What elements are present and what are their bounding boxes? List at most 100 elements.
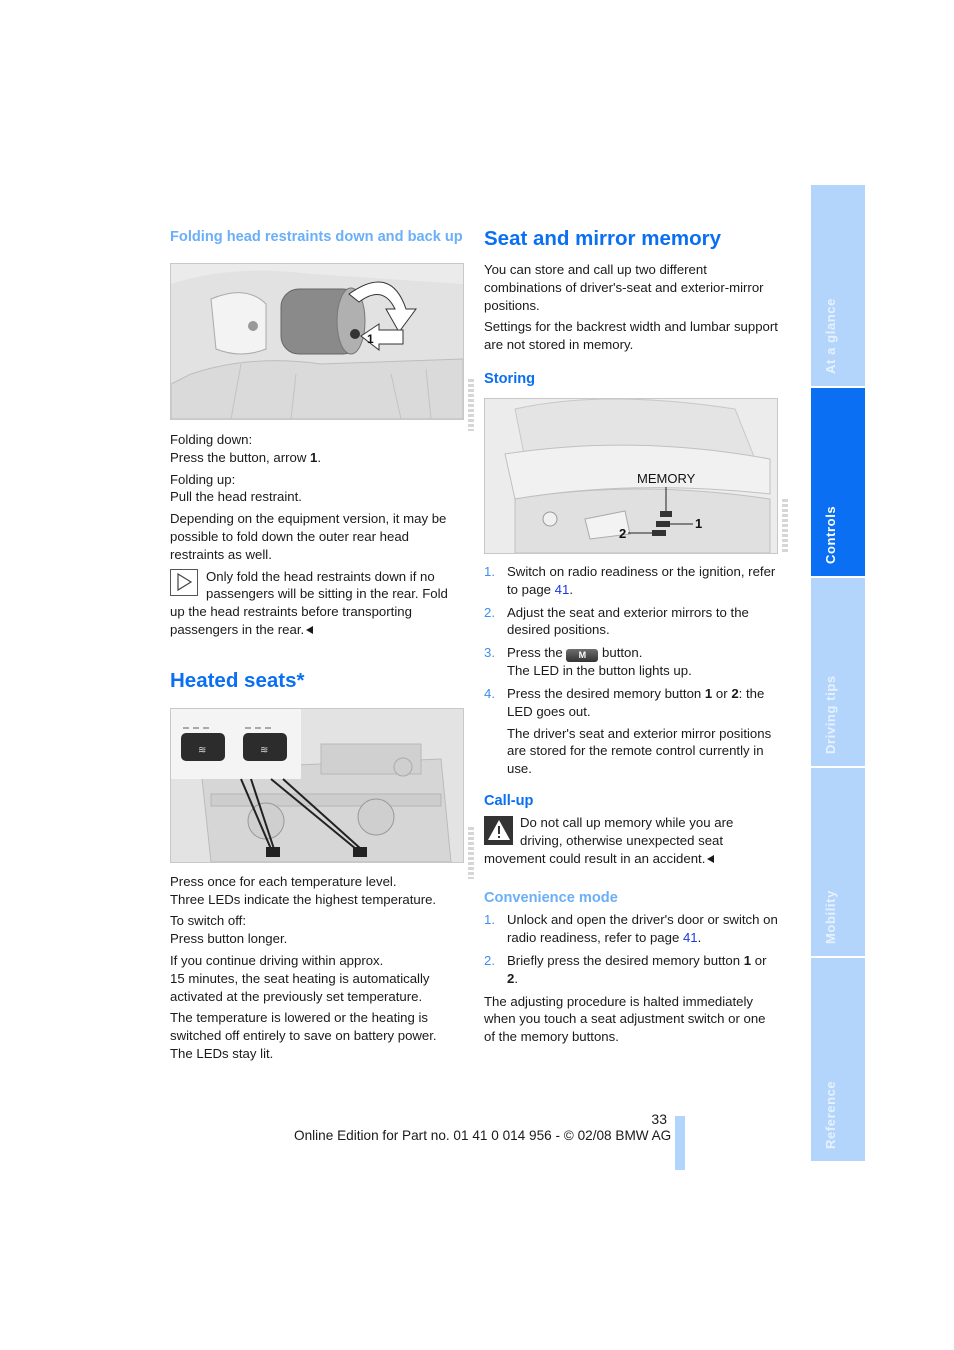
figure-code [782, 499, 788, 554]
tab-at-a-glance[interactable]: At a glance [811, 185, 865, 386]
memory-m-button-icon: M [566, 649, 599, 663]
end-mark-icon [306, 625, 314, 634]
page-link-41[interactable]: 41 [555, 582, 570, 597]
page-number: 33 [651, 1111, 667, 1127]
svg-text:≋: ≋ [260, 745, 268, 756]
figure-callout-1: 1 [367, 332, 374, 346]
heated-seats-illustration: ≋ ≋ [171, 708, 463, 862]
three-leds-text: Three LEDs indicate the highest temperat… [170, 891, 437, 907]
continue-paragraph: If you continue driving within approx. 1… [170, 952, 465, 1005]
intro-paragraph-1: You can store and call up two different … [484, 262, 764, 313]
punct: . [569, 581, 574, 597]
convenience-steps: 1. Unlock and open the driver's door or … [484, 911, 779, 987]
seat-mirror-memory-heading: Seat and mirror memory [484, 227, 721, 250]
convenience-step-1: 1. Unlock and open the driver's door or … [484, 911, 779, 947]
step-text: Press the [507, 645, 567, 661]
step-text: button. [598, 645, 643, 661]
continue-text-1: If you continue driving within approx. [170, 952, 384, 968]
switch-off-text: Press button longer. [170, 931, 288, 947]
continue-text-2: 15 minutes, the seat heating is automati… [170, 970, 430, 1004]
storing-after-text: The driver's seat and exterior mirror po… [507, 725, 772, 777]
edition-footer: Online Edition for Part no. 01 41 0 014 … [294, 1128, 672, 1143]
tab-driving-tips[interactable]: Driving tips [811, 578, 865, 766]
tab-label: Controls [823, 505, 838, 564]
fold-down-label: Folding down: [170, 432, 253, 447]
page-link-41[interactable]: 41 [683, 930, 698, 945]
storing-heading: Storing [484, 370, 536, 387]
chapter-tabs: At a glance Controls Driving tips Mobili… [811, 185, 865, 1163]
lowered-text: The temperature is lowered or the heatin… [170, 1010, 437, 1044]
intro-paragraph-2: Settings for the backrest width and lumb… [484, 319, 778, 353]
memory-buttons-figure: MEMORY 1 2 [484, 397, 778, 554]
press-once-text: Press once for each temperature level. [170, 873, 397, 889]
warning-block: Do not call up memory while you are driv… [484, 814, 779, 867]
step-text: Unlock and open the driver's door or swi… [507, 912, 778, 946]
step-text: . [514, 970, 519, 986]
button-number: 1 [743, 952, 752, 968]
right-column: Seat and mirror memory You can store and… [484, 227, 788, 1050]
callout-2: 2 [619, 526, 626, 541]
step-text: Adjust the seat and exterior mirrors to … [507, 604, 749, 638]
step-text: The LED in the button lights up. [507, 663, 692, 679]
step-number: 1. [484, 912, 495, 928]
end-mark-icon [707, 854, 715, 863]
convenience-step-2: 2. Briefly press the desired memory butt… [484, 952, 779, 988]
step-number: 2. [484, 604, 495, 620]
step-text: Briefly press the desired memory button [507, 952, 744, 968]
leds-lit-text: The LEDs stay lit. [170, 1045, 274, 1061]
switch-off-paragraph: To switch off: Press button longer. [170, 912, 465, 948]
step-text: or [712, 685, 732, 701]
note-triangle-icon [170, 568, 198, 596]
punct: . [317, 449, 322, 465]
tab-label: At a glance [823, 298, 838, 374]
step-number: 3. [484, 645, 495, 661]
lowered-paragraph: The temperature is lowered or the heatin… [170, 1009, 465, 1062]
warning-text: Do not call up memory while you are driv… [484, 814, 734, 866]
call-up-heading: Call-up [484, 792, 534, 809]
button-number: 2 [731, 685, 739, 701]
fold-up-label: Folding up: [170, 471, 236, 487]
tab-reference[interactable]: Reference [811, 958, 865, 1161]
step-number: 1. [484, 563, 495, 579]
heated-seats-figure: ≋ ≋ [170, 707, 464, 863]
punct: . [697, 930, 702, 946]
step-text: Press the desired memory button [507, 685, 705, 701]
convenience-mode-heading: Convenience mode [484, 890, 618, 907]
switch-off-label: To switch off: [170, 913, 246, 929]
tab-label: Driving tips [823, 675, 838, 754]
head-restraint-illustration: 1 [171, 264, 463, 419]
svg-text:≋: ≋ [198, 745, 206, 756]
seat-memory-illustration: MEMORY 1 2 [485, 398, 777, 553]
step-text: Switch on radio readiness or the ignitio… [507, 563, 776, 597]
storing-step-1: 1. Switch on radio readiness or the igni… [484, 563, 779, 599]
left-column: Folding head restraints down and back up… [170, 229, 474, 1067]
step-text: or [751, 952, 767, 968]
fold-up-text: Pull the head restraint. [170, 489, 302, 505]
fold-down-text: Press the button, arrow [170, 449, 311, 465]
tab-mobility[interactable]: Mobility [811, 768, 865, 956]
figure-code [468, 379, 474, 431]
footer-marker-bar [675, 1116, 685, 1170]
press-once-paragraph: Press once for each temperature level. T… [170, 873, 465, 909]
tab-label: Mobility [823, 890, 838, 944]
note-block: Only fold the head restraints down if no… [170, 568, 465, 639]
callout-1: 1 [695, 516, 702, 531]
tab-controls[interactable]: Controls [811, 388, 865, 576]
tab-label: Reference [823, 1080, 838, 1149]
step-number: 4. [484, 685, 495, 701]
fold-up-paragraph: Folding up: Pull the head restraint. [170, 471, 465, 507]
fold-down-paragraph: Folding down: Press the button, arrow 1. [170, 431, 465, 467]
storing-step-3: 3. Press the M button. The LED in the bu… [484, 644, 779, 680]
storing-step-4: 4. Press the desired memory button 1 or … [484, 685, 779, 778]
head-restraint-figure: 1 [170, 263, 464, 420]
storing-steps: 1. Switch on radio readiness or the igni… [484, 563, 779, 778]
closing-paragraph: The adjusting procedure is halted immedi… [484, 993, 766, 1045]
warning-icon [484, 815, 513, 845]
heated-seats-heading: Heated seats* [170, 668, 305, 692]
storing-step-2: 2. Adjust the seat and exterior mirrors … [484, 604, 779, 640]
step-number: 2. [484, 952, 495, 968]
figure-code [468, 827, 474, 879]
equipment-paragraph: Depending on the equipment version, it m… [170, 511, 447, 562]
head-restraints-heading: Folding head restraints down and back up [170, 229, 463, 245]
memory-label: MEMORY [637, 471, 696, 486]
